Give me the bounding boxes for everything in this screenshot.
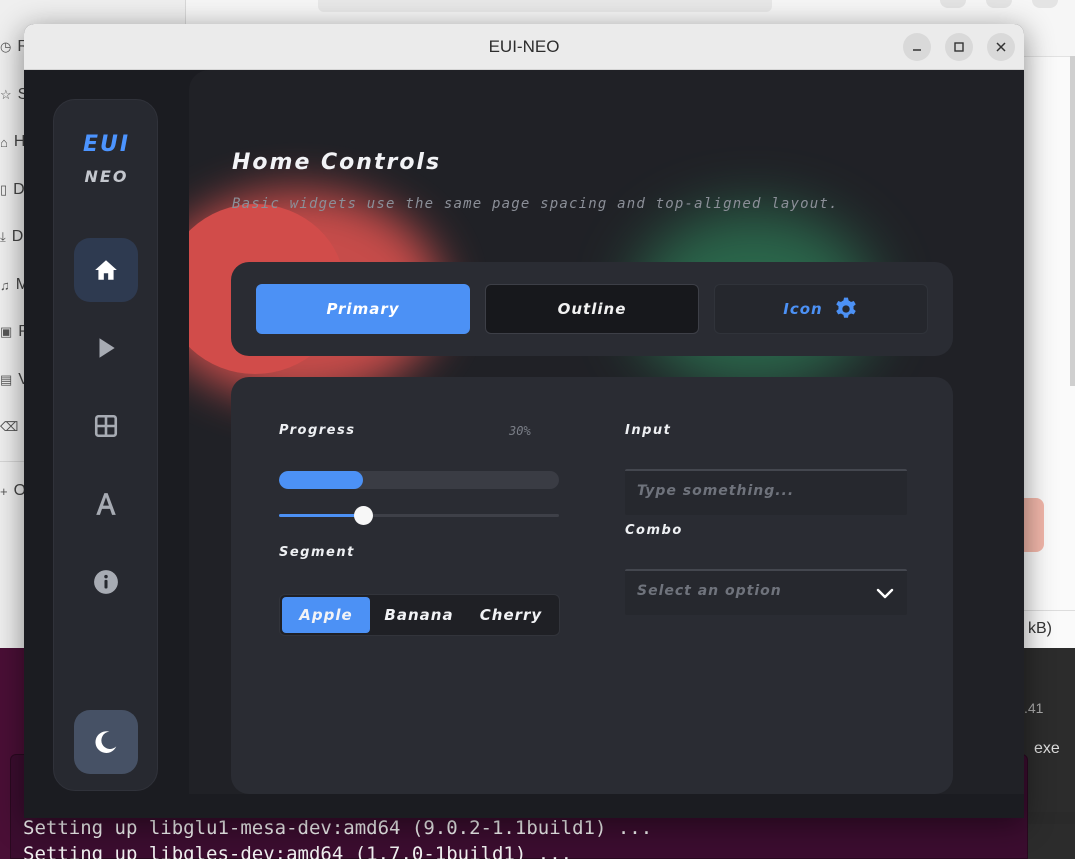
brand-logo-top: EUI [82,132,131,157]
chevron-down-icon [876,588,894,599]
music-icon: ♫ [0,277,10,293]
download-icon: ⤓ [0,229,6,244]
terminal-line: Setting up libgles-dev:amd64 (1.7.0-1bui… [23,843,573,859]
document-icon: ▯ [0,182,8,197]
theme-toggle-button[interactable] [74,710,138,774]
info-icon [94,570,118,594]
nav-home-button[interactable] [74,238,138,302]
file-size-text: kB) [1028,620,1052,637]
segment-option-cherry[interactable]: Cherry [466,597,556,633]
nav-grid-button[interactable] [74,394,138,458]
play-icon [99,338,115,358]
content-area: Home Controls Basic widgets use the same… [189,70,1024,794]
progress-value-text: 30% [509,424,531,438]
nav-rail: EUI NEO [53,99,158,791]
grid-icon [94,414,118,438]
home-icon: ⌂ [0,134,8,150]
combo-placeholder: Select an option [637,583,782,599]
maximize-icon [954,42,964,52]
controls-card: Progress 30% Segment Apple Banana Cherry… [231,377,953,794]
combo-box[interactable]: Select an option [625,569,907,615]
input-label: Input [625,423,672,438]
nav-play-button[interactable] [74,316,138,380]
home-icon [95,260,117,280]
gear-icon [835,297,856,318]
background-strip [1028,812,1075,824]
window-titlebar[interactable]: EUI-NEO [24,24,1024,70]
maximize-button[interactable] [945,33,973,61]
slider-fill [279,514,363,517]
primary-button[interactable]: Primary [256,284,470,334]
file-manager-button[interactable] [1032,0,1058,8]
text-icon [96,493,116,515]
picture-icon: ▣ [0,324,13,339]
text-input-placeholder: Type something... [637,483,795,499]
nav-info-button[interactable] [74,550,138,614]
file-manager-button[interactable] [940,0,966,8]
segment-option-banana[interactable]: Banana [374,597,464,633]
file-manager-content [1024,56,1075,648]
scrollbar[interactable] [1070,56,1075,386]
star-icon: ☆ [0,87,12,102]
plus-icon: + [0,483,8,499]
file-manager-button[interactable] [986,0,1012,8]
video-icon: ▤ [0,372,13,387]
outline-button[interactable]: Outline [485,284,699,334]
segment-label: Segment [279,545,355,560]
close-icon [996,42,1006,52]
page-title: Home Controls [232,150,442,175]
background-time-text: .41 [1024,700,1044,716]
eui-neo-window: EUI-NEO EUI NEO Home Controls Basic widg… [24,24,1024,818]
page-subtitle: Basic widgets use the same page spacing … [232,196,839,212]
text-input[interactable]: Type something... [625,469,907,515]
buttons-card: Primary Outline Icon [231,262,953,356]
segment-option-apple[interactable]: Apple [282,597,370,633]
segmented-control: Apple Banana Cherry [279,594,560,636]
moon-icon [95,731,117,753]
clock-icon: ◷ [0,39,12,54]
minimize-button[interactable] [903,33,931,61]
window-title: EUI-NEO [488,37,560,56]
file-manager-action-button[interactable] [1024,498,1044,552]
primary-button-label: Primary [326,300,400,318]
outline-button-label: Outline [557,300,627,318]
brand-logo-bottom: NEO [84,167,129,186]
file-manager-pathbar[interactable] [318,0,772,12]
slider-thumb[interactable] [354,506,373,525]
slider[interactable] [279,506,559,525]
combo-label: Combo [625,523,683,538]
progress-bar-fill [279,471,363,489]
nav-text-button[interactable] [74,472,138,536]
divider [1024,610,1075,611]
terminal-line: Setting up libglu1-mesa-dev:amd64 (9.0.2… [23,817,653,839]
icon-button[interactable]: Icon [714,284,928,334]
icon-button-label: Icon [783,300,823,318]
minimize-icon [913,49,921,51]
background-ext-text: exe [1034,740,1060,757]
progress-bar [279,471,559,489]
progress-label: Progress [279,423,356,438]
trash-icon: ⌫ [0,419,19,434]
close-button[interactable] [987,33,1015,61]
